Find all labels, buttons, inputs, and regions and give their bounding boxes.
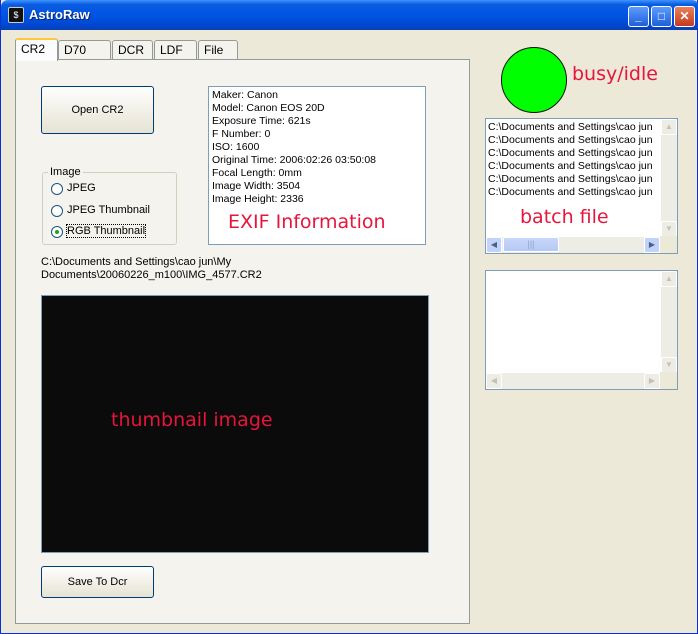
scroll-up-icon[interactable]: ▲: [661, 271, 677, 287]
window-title: AstroRaw: [29, 7, 90, 22]
tab-cr2[interactable]: CR2: [15, 38, 58, 61]
scroll-thumb[interactable]: |||: [503, 237, 559, 252]
batch-horizontal-scrollbar[interactable]: ◀ ||| ▶: [486, 236, 660, 253]
thumbnail-annotation: thumbnail image: [111, 409, 273, 431]
tab-dcr[interactable]: DCR: [112, 40, 153, 60]
radio-jpeg-thumbnail-label[interactable]: JPEG Thumbnail: [67, 204, 150, 216]
app-window: $ AstroRaw _ □ ✕ CR2 D70 NEF DCR LDF Fil…: [0, 0, 698, 634]
batch-list-items: C:\Documents and Settings\cao jun C:\Doc…: [488, 121, 658, 199]
scroll-left-icon[interactable]: ◀: [486, 373, 502, 389]
scroll-corner: [660, 372, 677, 389]
scroll-down-icon[interactable]: ▼: [661, 357, 677, 373]
list-item[interactable]: C:\Documents and Settings\cao jun: [488, 186, 658, 199]
batch-vertical-scrollbar[interactable]: ▲ ▼: [660, 119, 677, 237]
exif-line: Original Time: 2006:02:26 03:50:08: [212, 154, 377, 166]
minimize-button[interactable]: _: [628, 6, 649, 27]
title-bar[interactable]: $ AstroRaw _ □ ✕: [1, 0, 698, 30]
list-item[interactable]: C:\Documents and Settings\cao jun: [488, 147, 658, 160]
radio-jpeg-thumbnail-circle[interactable]: [51, 205, 63, 217]
log-horizontal-scrollbar[interactable]: ◀ ▶: [486, 372, 660, 389]
scroll-down-icon[interactable]: ▼: [661, 221, 677, 237]
list-item[interactable]: C:\Documents and Settings\cao jun: [488, 121, 658, 134]
list-item[interactable]: C:\Documents and Settings\cao jun: [488, 173, 658, 186]
exif-line: Maker: Canon: [212, 89, 278, 101]
log-vertical-scrollbar[interactable]: ▲ ▼: [660, 271, 677, 373]
scroll-right-icon[interactable]: ▶: [644, 373, 660, 389]
image-group-label: Image: [48, 166, 83, 178]
exif-line: F Number: 0: [212, 128, 271, 140]
scroll-corner: [660, 236, 677, 253]
batch-annotation: batch file: [520, 206, 609, 228]
maximize-button[interactable]: □: [651, 6, 672, 27]
exif-line: ISO: 1600: [212, 141, 260, 153]
file-path-line: C:\Documents and Settings\cao jun\My: [41, 256, 232, 268]
exif-line: Exposure Time: 621s: [212, 115, 311, 127]
tab-ldf[interactable]: LDF: [154, 40, 197, 60]
exif-line: Image Width: 3504: [212, 180, 301, 192]
open-cr2-button[interactable]: Open CR2: [41, 86, 154, 134]
file-path-line: Documents\20060226_m100\IMG_4577.CR2: [41, 269, 262, 281]
radio-jpeg-circle[interactable]: [51, 183, 63, 195]
batch-file-list[interactable]: C:\Documents and Settings\cao jun C:\Doc…: [485, 118, 678, 254]
exif-annotation: EXIF Information: [228, 211, 386, 233]
busy-indicator: [501, 47, 567, 113]
app-icon[interactable]: $: [8, 7, 24, 23]
exif-line: Image Height: 2336: [212, 193, 304, 205]
radio-rgb-thumbnail-circle[interactable]: [51, 226, 63, 238]
list-item[interactable]: C:\Documents and Settings\cao jun: [488, 134, 658, 147]
radio-jpeg-label[interactable]: JPEG: [67, 182, 96, 194]
save-to-dcr-button[interactable]: Save To Dcr: [41, 566, 154, 598]
tab-d70-nef[interactable]: D70 NEF: [58, 40, 111, 75]
tab-file[interactable]: File: [198, 40, 238, 60]
log-textbox[interactable]: ▲ ▼ ◀ ▶: [485, 270, 678, 390]
exif-line: Model: Canon EOS 20D: [212, 102, 325, 114]
scroll-right-icon[interactable]: ▶: [644, 237, 660, 253]
file-path-label: C:\Documents and Settings\cao jun\My Doc…: [41, 256, 431, 282]
scroll-left-icon[interactable]: ◀: [486, 237, 502, 253]
exif-line: Focal Length: 0mm: [212, 167, 302, 179]
list-item[interactable]: C:\Documents and Settings\cao jun: [488, 160, 658, 173]
radio-rgb-thumbnail-label[interactable]: RGB Thumbnail: [65, 224, 147, 238]
busy-annotation: busy/idle: [572, 63, 658, 85]
scroll-up-icon[interactable]: ▲: [661, 119, 677, 135]
close-button[interactable]: ✕: [674, 6, 695, 27]
